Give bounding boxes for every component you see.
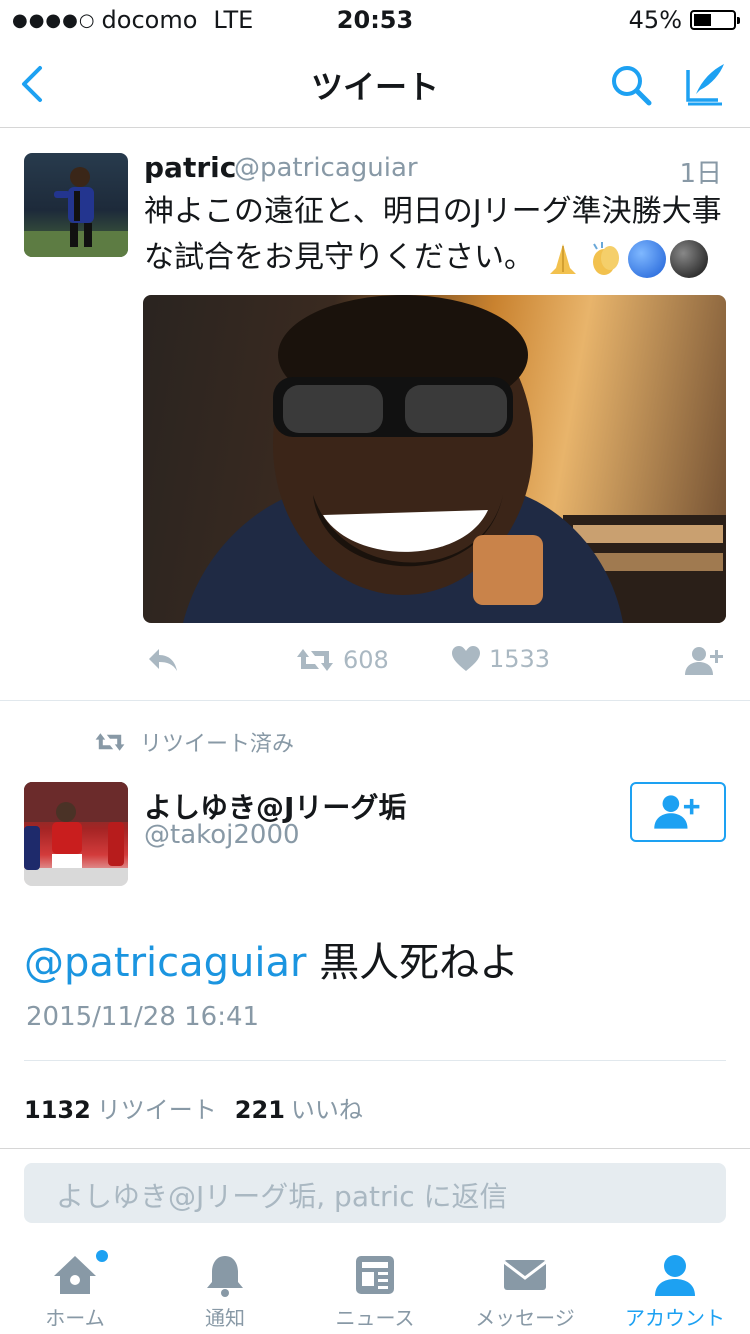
search-icon xyxy=(612,66,652,106)
retweeted-text: リツイート済み xyxy=(140,732,295,757)
tab-label: メッセージ xyxy=(475,1306,575,1330)
tab-notifications[interactable]: 通知 xyxy=(150,1242,300,1334)
tab-home[interactable]: ホーム xyxy=(0,1242,150,1334)
tab-messages[interactable]: メッセージ xyxy=(450,1242,600,1334)
heart-icon xyxy=(452,646,480,671)
person-icon xyxy=(655,1255,695,1296)
like-total[interactable]: 221 xyxy=(235,1096,285,1124)
tab-account[interactable]: アカウント xyxy=(600,1242,750,1334)
envelope-icon xyxy=(503,1260,547,1290)
tweet-photo[interactable] xyxy=(143,295,726,623)
follow-author-button[interactable] xyxy=(685,645,725,677)
retweet-count: 608 xyxy=(343,646,389,674)
tweet-timestamp: 2015/11/28 16:41 xyxy=(26,1002,260,1032)
like-button[interactable]: 1533 xyxy=(451,645,550,673)
tab-label: ホーム xyxy=(45,1306,105,1330)
tweet-actions: 608 1533 xyxy=(143,645,733,685)
avatar-photo xyxy=(24,167,128,257)
retweet-total[interactable]: 1132 xyxy=(24,1096,91,1124)
retweet-total-label[interactable]: リツイート xyxy=(97,1090,217,1125)
retweet-icon xyxy=(297,649,333,671)
like-count: 1533 xyxy=(489,645,551,673)
battery-level xyxy=(694,14,712,26)
compose-icon xyxy=(686,64,724,106)
add-user-icon xyxy=(685,647,723,675)
detail-tweet-header: よしゆき@Jリーグ垢 @takoj2000 xyxy=(0,780,750,890)
tweet-body: 黒人死ねよ xyxy=(319,940,520,986)
praying-hands-icon xyxy=(549,243,576,274)
notification-dot xyxy=(96,1250,108,1262)
detail-tweet-text: @patricaguiar 黒人死ねよ xyxy=(24,930,519,988)
retweeted-label: リツイート済み xyxy=(94,726,294,758)
home-icon xyxy=(54,1256,96,1294)
nav-bar: ツイート xyxy=(0,40,750,128)
tweet-stats: 1132 リツイート 221 いいね xyxy=(24,1090,363,1125)
battery-percent: 45% xyxy=(628,6,682,34)
black-circle-icon xyxy=(669,239,708,278)
blue-circle-icon xyxy=(627,239,666,278)
author-handle[interactable]: @takoj2000 xyxy=(144,820,300,850)
tweet-time: 1日 xyxy=(679,159,722,189)
search-button[interactable] xyxy=(608,62,654,108)
divider xyxy=(24,1060,726,1061)
battery-icon xyxy=(690,10,740,30)
compose-button[interactable] xyxy=(682,60,728,106)
reply-input[interactable]: よしゆき@Jリーグ垢, patric に返信 xyxy=(24,1163,726,1223)
retweet-icon xyxy=(95,733,125,751)
status-bar: ●●●●○ docomo LTE 20:53 45% xyxy=(0,0,750,40)
avatar-photo xyxy=(24,782,128,886)
author-handle[interactable]: @patricaguiar xyxy=(234,153,418,183)
tab-news[interactable]: ニュース xyxy=(300,1242,450,1334)
avatar[interactable] xyxy=(24,782,128,886)
mention-link[interactable]: @patricaguiar xyxy=(24,940,306,986)
reply-area: よしゆき@Jリーグ垢, patric に返信 xyxy=(0,1148,750,1242)
like-total-label[interactable]: いいね xyxy=(291,1090,363,1125)
reply-button[interactable] xyxy=(145,645,179,673)
follow-button[interactable] xyxy=(630,782,726,842)
bell-icon xyxy=(207,1256,243,1297)
reply-icon xyxy=(149,649,177,671)
retweet-button[interactable]: 608 xyxy=(295,645,389,675)
tab-label: ニュース xyxy=(335,1306,415,1330)
avatar[interactable] xyxy=(24,153,128,257)
news-icon xyxy=(356,1256,394,1294)
tab-label: アカウント xyxy=(625,1306,725,1330)
author-name[interactable]: patric xyxy=(144,151,236,184)
tab-label: 通知 xyxy=(205,1306,245,1330)
add-user-icon xyxy=(654,795,700,829)
clapping-hands-icon xyxy=(592,241,619,275)
tab-bar: ホーム 通知 ニュース メッセージ アカウント xyxy=(0,1242,750,1334)
parent-tweet[interactable]: patric @patricaguiar 1日 神よこの遠征と、明日のJリーグ準… xyxy=(0,129,750,701)
selfie-photo xyxy=(183,295,726,623)
tweet-text: 神よこの遠征と、明日のJリーグ準決勝大事な試合をお見守りください。 xyxy=(144,189,729,281)
emoji-group xyxy=(544,239,708,278)
